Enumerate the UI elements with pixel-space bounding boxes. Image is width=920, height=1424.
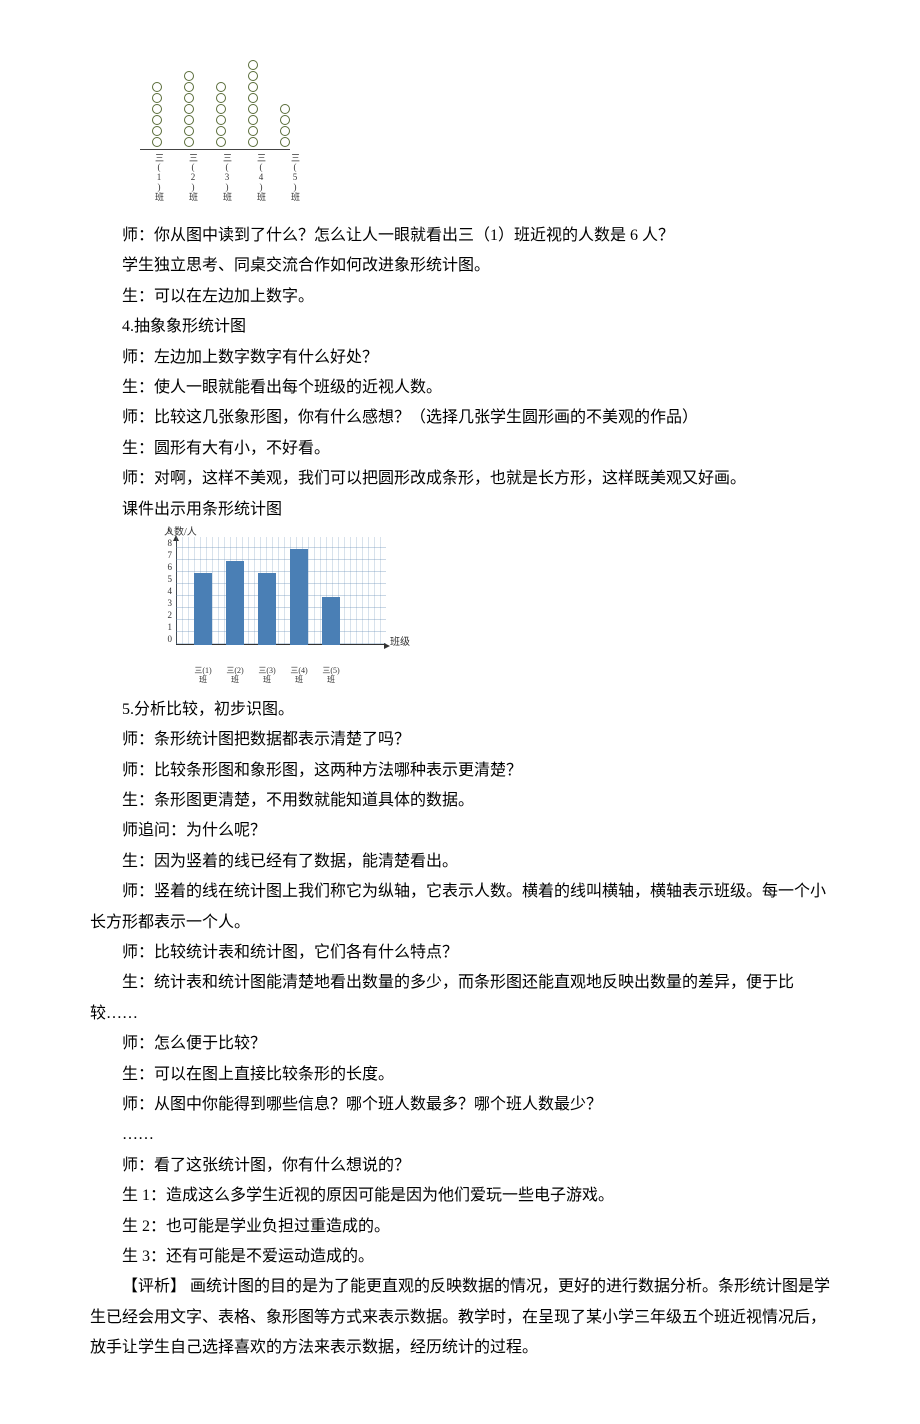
y-tick: 6 [160, 561, 172, 573]
picto-col [280, 104, 290, 147]
dialogue-line: 生：圆形有大有小，不好看。 [90, 434, 830, 464]
dialogue-line: 生：因为竖着的线已经有了数据，能清楚看出。 [90, 847, 830, 877]
y-tick: 2 [160, 609, 172, 621]
x-tick: 三(1)班 [194, 667, 212, 685]
picto-col [152, 82, 162, 147]
dialogue-line: 生：统计表和统计图能清楚地看出数量的多少，而条形图还能直观地反映出数量的差异，便… [90, 968, 830, 1029]
bars-group [176, 537, 340, 645]
picto-col [248, 60, 258, 147]
picto-col [216, 82, 226, 147]
dialogue-line: 生 2：也可能是学业负担过重造成的。 [90, 1212, 830, 1242]
section-heading: 5.分析比较，初步识图。 [90, 695, 830, 725]
dialogue-line: 生：可以在左边加上数字。 [90, 282, 830, 312]
picto-label: 三(4)班 [254, 153, 266, 201]
y-tick: 4 [160, 585, 172, 597]
dialogue-line: 师追问：为什么呢？ [90, 816, 830, 846]
pictograph-chart: 三(1)班 三(2)班 三(3)班 三(4)班 三(5)班 [140, 60, 830, 201]
picto-label: 三(5)班 [288, 153, 300, 201]
pictograph-labels: 三(1)班 三(2)班 三(3)班 三(4)班 三(5)班 [140, 153, 830, 201]
dialogue-line: 师：条形统计图把数据都表示清楚了吗？ [90, 725, 830, 755]
picto-label: 三(3)班 [220, 153, 232, 201]
bar-chart-container: 人数/人 0 1 2 3 4 5 6 7 8 9 三(1)班 三(2)班 三(3… [140, 525, 830, 685]
picto-label: 三(2)班 [186, 153, 198, 201]
commentary-text: 【评析】 画统计图的目的是为了能更直观的反映数据的情况，更好的进行数据分析。条形… [90, 1272, 830, 1363]
dialogue-line: 生：使人一眼就能看出每个班级的近视人数。 [90, 373, 830, 403]
dialogue-line: 学生独立思考、同桌交流合作如何改进象形统计图。 [90, 251, 830, 281]
y-tick: 3 [160, 597, 172, 609]
bar-chart: 人数/人 0 1 2 3 4 5 6 7 8 9 三(1)班 三(2)班 三(3… [140, 525, 400, 685]
dialogue-line: 生：条形图更清楚，不用数就能知道具体的数据。 [90, 786, 830, 816]
dialogue-line: …… [90, 1120, 830, 1150]
y-axis-ticks: 0 1 2 3 4 5 6 7 8 9 [160, 537, 172, 645]
dialogue-line: 生 3：还有可能是不爱运动造成的。 [90, 1242, 830, 1272]
x-tick: 三(2)班 [226, 667, 244, 685]
dialogue-line: 生 1：造成这么多学生近视的原因可能是因为他们爱玩一些电子游戏。 [90, 1181, 830, 1211]
bar [322, 597, 340, 645]
x-axis-ticks: 三(1)班 三(2)班 三(3)班 三(4)班 三(5)班 [176, 667, 340, 685]
bar [258, 573, 276, 645]
y-tick: 0 [160, 633, 172, 645]
dialogue-line: 课件出示用条形统计图 [90, 495, 830, 525]
bar [194, 573, 212, 645]
dialogue-line: 生：可以在图上直接比较条形的长度。 [90, 1060, 830, 1090]
y-tick: 8 [160, 537, 172, 549]
x-tick: 三(4)班 [290, 667, 308, 685]
dialogue-line: 师：竖着的线在统计图上我们称它为纵轴，它表示人数。横着的线叫横轴，横轴表示班级。… [90, 877, 830, 938]
section-heading: 4.抽象象形统计图 [90, 312, 830, 342]
pictograph-columns [140, 60, 290, 150]
dialogue-line: 师：从图中你能得到哪些信息？哪个班人数最多？哪个班人数最少？ [90, 1090, 830, 1120]
dialogue-line: 师：比较条形图和象形图，这两种方法哪种表示更清楚？ [90, 756, 830, 786]
picto-label: 三(1)班 [152, 153, 164, 201]
picto-col [184, 71, 194, 147]
y-tick: 7 [160, 549, 172, 561]
bar [226, 561, 244, 645]
y-tick: 9 [160, 525, 172, 537]
bar [290, 549, 308, 645]
y-tick: 5 [160, 573, 172, 585]
dialogue-line: 师：比较统计表和统计图，它们各有什么特点？ [90, 938, 830, 968]
dialogue-line: 师：看了这张统计图，你有什么想说的？ [90, 1151, 830, 1181]
x-tick: 三(3)班 [258, 667, 276, 685]
dialogue-line: 师：比较这几张象形图，你有什么感想？（选择几张学生圆形画的不美观的作品） [90, 403, 830, 433]
dialogue-line: 师：怎么便于比较？ [90, 1029, 830, 1059]
y-tick: 1 [160, 621, 172, 633]
x-tick: 三(5)班 [322, 667, 340, 685]
x-axis-label: 班级 [390, 633, 410, 652]
dialogue-line: 师：你从图中读到了什么？怎么让人一眼就看出三（1）班近视的人数是 6 人？ [90, 221, 830, 251]
dialogue-line: 师：对啊，这样不美观，我们可以把圆形改成条形，也就是长方形，这样既美观又好画。 [90, 464, 830, 494]
dialogue-line: 师：左边加上数字数字有什么好处？ [90, 343, 830, 373]
